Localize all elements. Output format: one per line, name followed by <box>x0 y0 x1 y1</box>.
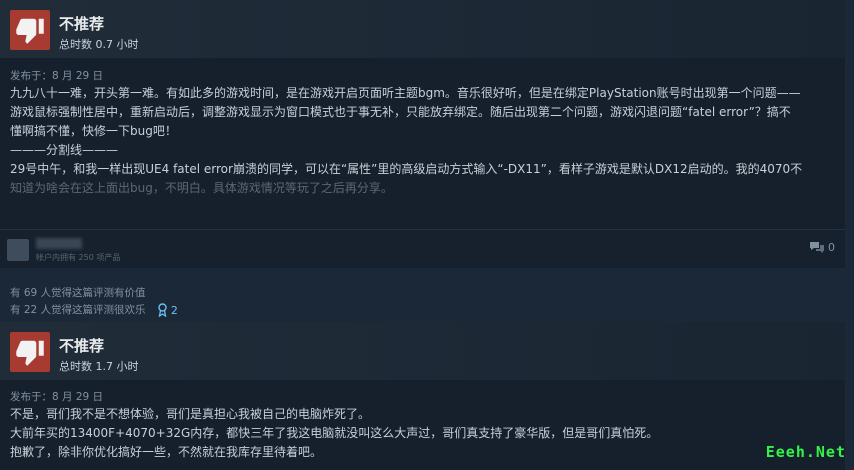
posted-date: 发布于：8 月 29 日 <box>10 391 104 403</box>
funny-text: 有 22 人觉得这篇评测很欢乐 <box>10 304 146 316</box>
review-line: 游戏鼠标强制性居中，重新启动后，调整游戏显示为窗口模式也于事无补，只能放弃绑定。… <box>10 105 791 119</box>
playtime-hours: 总时数 0.7 小时 <box>59 38 139 51</box>
review-body: 九九八十一难，开头第一难。有如此多的游戏时间，是在游戏开启页面听主题bgm。音乐… <box>10 84 830 198</box>
review-line: ———分割线——— <box>10 143 119 157</box>
comment-icon <box>810 242 824 253</box>
thumbs-down-icon <box>10 10 50 50</box>
review-body: 不是，哥们我不是不想体验，哥们是真担心我被自己的电脑炸死了。 大前年买的1340… <box>10 405 830 462</box>
recommendation-title[interactable]: 不推荐 <box>59 335 104 356</box>
award-count: 2 <box>170 303 178 317</box>
user-name-blurred[interactable] <box>36 238 82 249</box>
review-card-2: 不推荐 总时数 1.7 小时 发布于：8 月 29 日 不是，哥们我不是不想体验… <box>0 322 845 470</box>
avatar[interactable] <box>7 239 29 261</box>
review-card-1: 不推荐 总时数 0.7 小时 发布于：8 月 29 日 九九八十一难，开头第一难… <box>0 0 845 268</box>
thumbs-down-icon <box>10 332 50 372</box>
award-badge[interactable]: 2 <box>157 303 178 317</box>
review-header: 不推荐 总时数 0.7 小时 <box>0 0 845 58</box>
user-product-count: 帐户内拥有 250 项产品 <box>36 253 121 262</box>
funny-count: 有 22 人觉得这篇评测很欢乐 2 <box>10 302 178 317</box>
review-line-faded: 知道为啥会在这上面出bug，不明白。具体游戏情况等玩了之后再分享。 <box>10 181 393 195</box>
playtime-hours: 总时数 1.7 小时 <box>59 360 139 373</box>
recommendation-title[interactable]: 不推荐 <box>59 13 104 34</box>
watermark: Eeeh.Net <box>765 443 846 461</box>
comment-count: 0 <box>828 241 835 254</box>
award-icon <box>158 303 167 317</box>
review-line: 九九八十一难，开头第一难。有如此多的游戏时间，是在游戏开启页面听主题bgm。音乐… <box>10 86 801 100</box>
posted-date: 发布于：8 月 29 日 <box>10 70 104 82</box>
review-line: 29号中午，和我一样出现UE4 fatel error崩溃的同学，可以在“属性”… <box>10 162 803 176</box>
comment-button[interactable]: 0 <box>809 241 835 254</box>
helpful-count: 有 69 人觉得这篇评测有价值 <box>10 287 146 299</box>
review-line: 懂啊搞不懂，快修一下bug吧！ <box>10 124 177 138</box>
review-line: 大前年买的13400F+4070+32G内存，都快三年了我这电脑就没叫这么大声过… <box>10 426 659 440</box>
review-line: 抱歉了，除非你优化搞好一些，不然就在我库存里待着吧。 <box>10 445 323 459</box>
review-header: 不推荐 总时数 1.7 小时 <box>0 322 845 380</box>
review-line: 不是，哥们我不是不想体验，哥们是真担心我被自己的电脑炸死了。 <box>10 407 371 421</box>
review-footer: 帐户内拥有 250 项产品 0 <box>0 229 845 267</box>
